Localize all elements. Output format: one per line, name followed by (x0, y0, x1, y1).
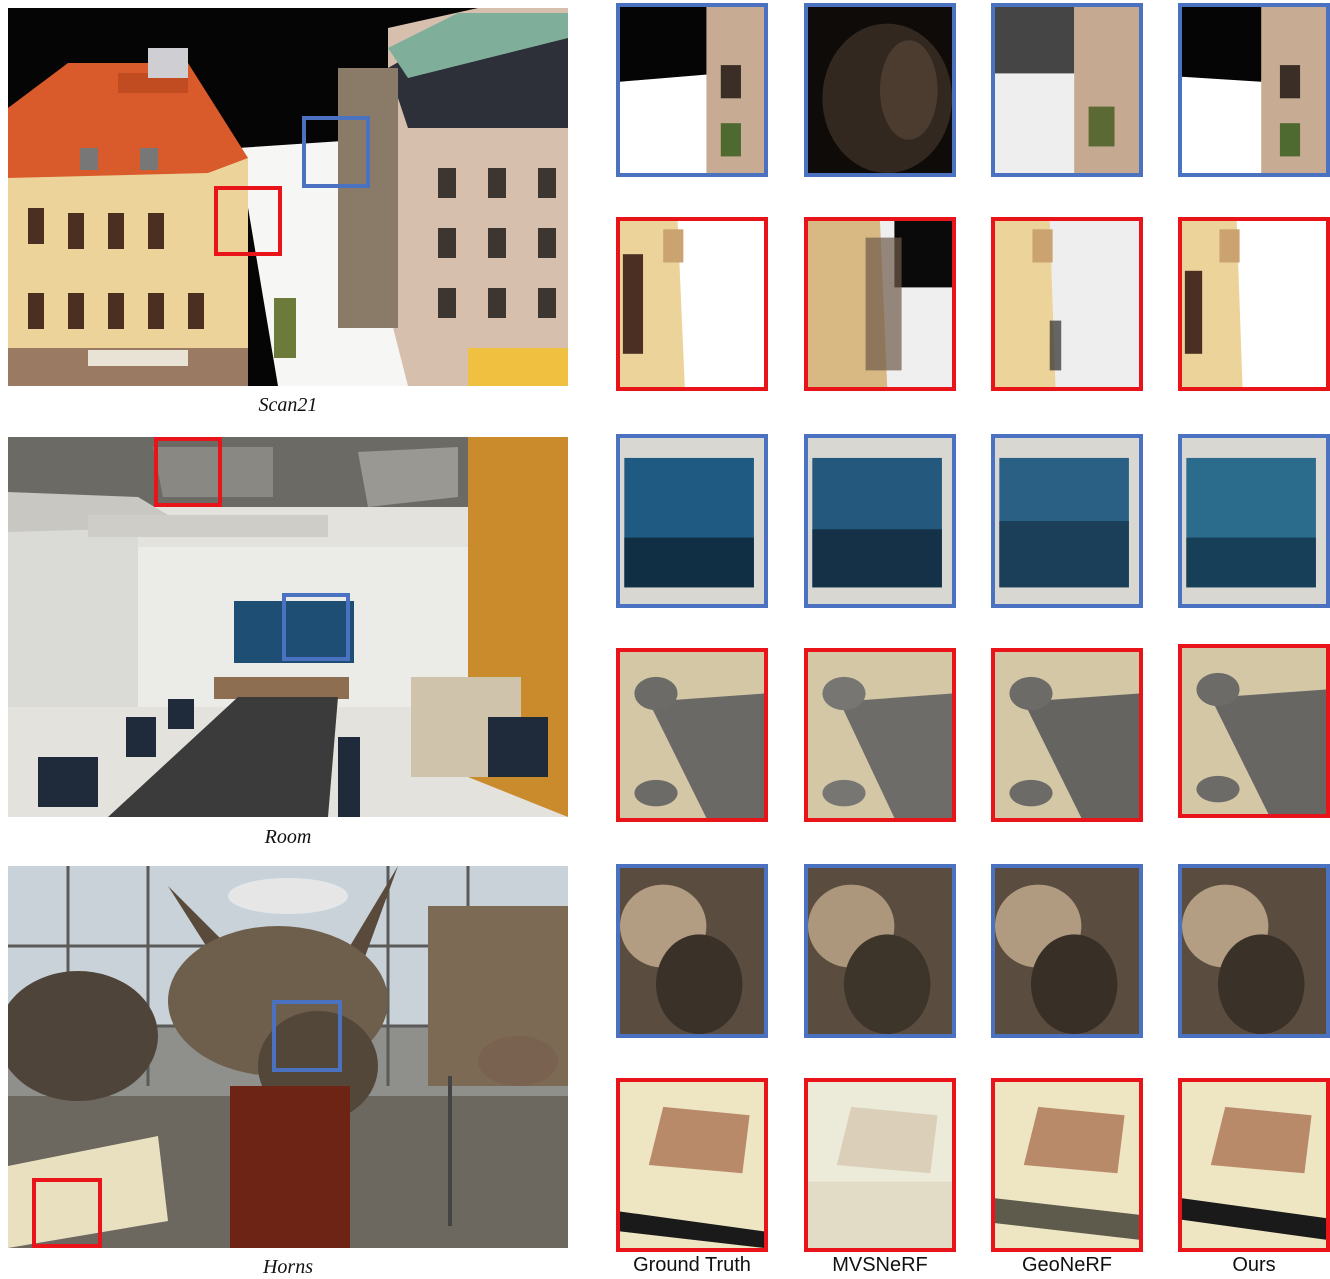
crop-horns-blue-ours (1178, 864, 1330, 1038)
crop-scan21-blue-ours (1178, 3, 1330, 177)
crop-scan21-blue-mvsnerf (804, 3, 956, 177)
crop-room-blue-ours (1178, 434, 1330, 608)
crop-room-blue-geonerf (991, 434, 1143, 608)
scene-image-room (8, 437, 568, 817)
crop-horns-red-ours (1178, 1078, 1330, 1252)
crop-room-red-ours (1178, 644, 1330, 818)
highlight-box-blue-room (282, 593, 350, 661)
crop-room-blue-ground-truth (616, 434, 768, 608)
highlight-box-blue-scan21 (302, 116, 370, 188)
crop-room-red-geonerf (991, 648, 1143, 822)
scene-image-scan21 (8, 8, 568, 386)
crop-horns-blue-mvsnerf (804, 864, 956, 1038)
crop-horns-blue-geonerf (991, 864, 1143, 1038)
scene-label-room: Room (264, 826, 312, 848)
column-label-ground-truth: Ground Truth (633, 1254, 751, 1276)
crop-scan21-red-ground-truth (616, 217, 768, 391)
scene-label-horns: Horns (262, 1256, 313, 1278)
highlight-box-red-horns (32, 1178, 102, 1248)
crop-room-red-ground-truth (616, 648, 768, 822)
column-label-mvsnerf: MVSNeRF (832, 1254, 928, 1276)
crop-horns-blue-ground-truth (616, 864, 768, 1038)
column-label-ours: Ours (1232, 1254, 1276, 1276)
column-label-geonerf: GeoNeRF (1021, 1254, 1113, 1276)
crop-horns-red-ground-truth (616, 1078, 768, 1252)
scene-label-scan21: Scan21 (258, 394, 318, 416)
crop-scan21-blue-ground-truth (616, 3, 768, 177)
crop-horns-red-geonerf (991, 1078, 1143, 1252)
highlight-box-red-scan21 (214, 186, 282, 256)
crop-scan21-blue-geonerf (991, 3, 1143, 177)
crop-scan21-red-geonerf (991, 217, 1143, 391)
crop-scan21-red-mvsnerf (804, 217, 956, 391)
crop-room-blue-mvsnerf (804, 434, 956, 608)
highlight-box-red-room (154, 437, 222, 507)
highlight-box-blue-horns (272, 1000, 342, 1072)
crop-horns-red-mvsnerf (804, 1078, 956, 1252)
scene-image-horns (8, 866, 568, 1248)
crop-room-red-mvsnerf (804, 648, 956, 822)
crop-scan21-red-ours (1178, 217, 1330, 391)
